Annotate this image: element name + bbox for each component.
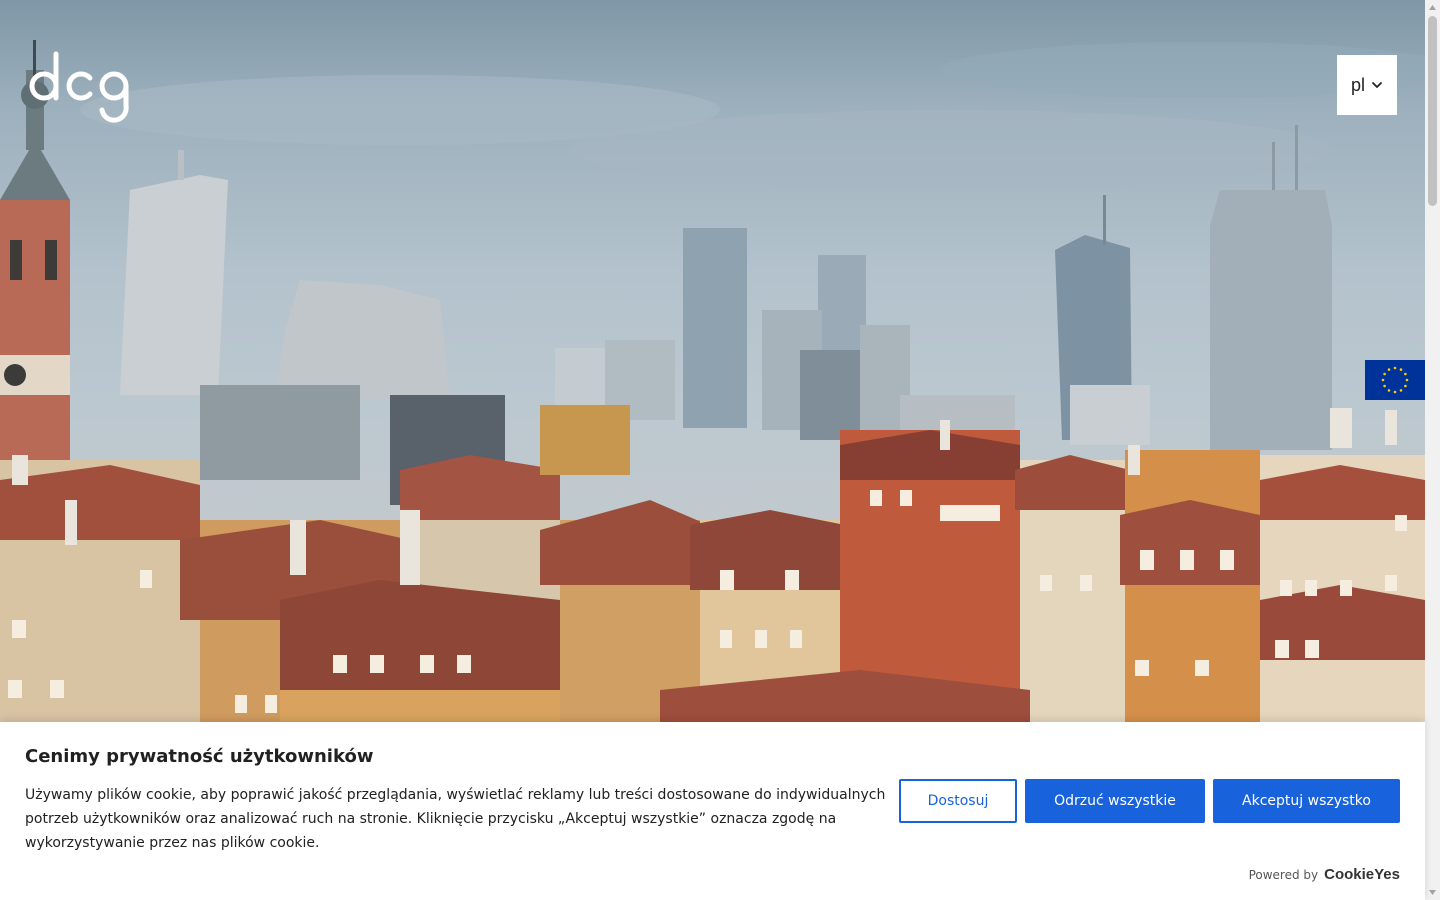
cookie-banner-title: Cenimy prywatność użytkowników — [25, 746, 374, 767]
chevron-down-icon — [1372, 82, 1382, 88]
powered-by-label: Powered by — [1248, 867, 1319, 882]
language-selected-value: pl — [1350, 74, 1365, 95]
reject-all-button[interactable]: Odrzuć wszystkie — [1025, 779, 1205, 823]
accept-all-button[interactable]: Akceptuj wszystko — [1213, 779, 1400, 823]
scroll-down-arrow-icon[interactable] — [1425, 885, 1440, 900]
scrollbar-thumb[interactable] — [1428, 16, 1437, 206]
cookieyes-logo: CookieYes — [1324, 866, 1400, 883]
scroll-up-arrow-icon[interactable] — [1425, 0, 1440, 15]
page-scrollbar[interactable] — [1425, 0, 1440, 900]
powered-by-cookieyes[interactable]: Powered by CookieYes — [1240, 866, 1400, 883]
eu-flag-icon[interactable] — [1365, 360, 1425, 400]
language-select[interactable]: pl — [1337, 55, 1397, 115]
customize-cookies-button[interactable]: Dostosuj — [899, 779, 1017, 823]
dcg-logo[interactable]: dcg — [28, 48, 132, 124]
cookie-banner-description: Używamy plików cookie, aby poprawić jako… — [25, 787, 886, 851]
